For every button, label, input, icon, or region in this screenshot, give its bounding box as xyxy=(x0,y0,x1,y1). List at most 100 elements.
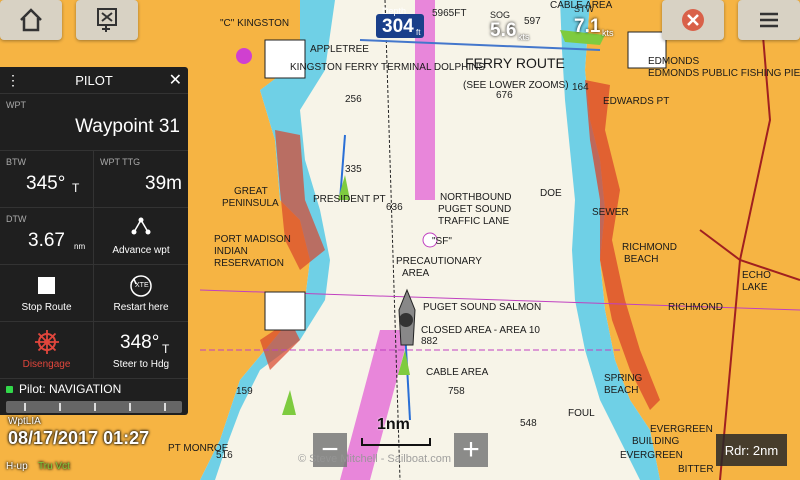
waypoint-row[interactable]: WPT Waypoint 31 xyxy=(0,94,188,151)
dtw-unit: nm xyxy=(74,242,86,251)
label-lower-zooms: (SEE LOWER ZOOMS) xyxy=(463,80,569,91)
pilot-panel: ⋮ PILOT ✕ WPT Waypoint 31 BTW 345° T WPT… xyxy=(0,67,188,415)
label-closed-area: CLOSED AREA - AREA 10 xyxy=(421,325,540,336)
label-richmond-beach: RICHMOND xyxy=(622,242,677,253)
sog-unit: kts xyxy=(518,32,530,42)
restart-icon-text: XTE xyxy=(135,282,149,289)
label-precautionary: PRECAUTIONARY xyxy=(396,256,482,267)
dtw-value: 3.67 xyxy=(28,230,65,251)
advance-waypoint-icon xyxy=(131,217,151,235)
label-evergreen-2: BUILDING xyxy=(632,436,680,447)
label-richmond-beach-2: BEACH xyxy=(624,254,659,265)
label-northbound-3: TRAFFIC LANE xyxy=(438,216,510,227)
stw-value: 7.1 xyxy=(574,16,601,37)
stop-icon xyxy=(38,277,55,294)
status-text: Pilot: NAVIGATION xyxy=(19,382,122,396)
label-edmonds-pier: EDMONDS PUBLIC FISHING PIER xyxy=(648,68,800,79)
steer-to-hdg-button[interactable]: 348° T Steer to Hdg xyxy=(94,322,188,379)
scale-bar: 1nm xyxy=(355,416,433,450)
sog-label: SOG xyxy=(490,10,511,20)
status-indicator xyxy=(6,385,13,393)
radar-range-button[interactable]: Rdr: 2nm xyxy=(716,434,787,466)
label-richmond: RICHMOND xyxy=(668,302,723,313)
restart-label: Restart here xyxy=(113,302,169,313)
label-sf: "SF" xyxy=(432,236,452,247)
pilot-title: PILOT xyxy=(75,72,113,88)
home-icon xyxy=(20,8,42,32)
depth-unit: ft xyxy=(416,28,421,37)
stop-route-button[interactable]: Stop Route xyxy=(0,265,94,322)
btw-suffix: T xyxy=(72,181,80,195)
alarm-button[interactable] xyxy=(662,0,724,40)
depth-sounding: 5965FT xyxy=(432,8,467,19)
vector-mode[interactable]: Tru Vct xyxy=(38,461,70,472)
datetime-readout: 08/17/2017 01:27 xyxy=(8,428,150,448)
more-options-icon[interactable]: ⋮ xyxy=(6,72,20,89)
label-kingston: "C" KINGSTON xyxy=(220,18,290,29)
wpt-label: WPT xyxy=(6,100,26,110)
label-precautionary-2: AREA xyxy=(402,268,430,279)
depth-sounding: 636 xyxy=(386,202,403,213)
orientation-mode[interactable]: H-up xyxy=(6,461,28,472)
label-edwards-pt: EDWARDS PT xyxy=(603,96,670,107)
dtw-cell: DTW 3.67 nm xyxy=(0,208,94,265)
depth-label: Depth xyxy=(382,6,407,16)
depth-sounding: 164 xyxy=(572,82,589,93)
helm-wheel-icon xyxy=(35,330,59,354)
stw-unit: kts xyxy=(602,28,614,38)
zoom-in-icon: + xyxy=(462,433,480,466)
label-spring-beach-2: BEACH xyxy=(604,385,639,396)
depth-sounding: 676 xyxy=(496,90,513,101)
label-port-madison-3: RESERVATION xyxy=(214,258,285,269)
label-edmonds: EDMONDS xyxy=(648,56,700,67)
watermark: © Steve Mitchell - Sailboat.com xyxy=(298,453,451,465)
label-echo-lake-2: LAKE xyxy=(742,282,768,293)
label-cable-area: CABLE AREA xyxy=(426,367,489,378)
restart-button[interactable]: XTE Restart here xyxy=(94,265,188,322)
steer-value: 348° xyxy=(120,332,160,353)
advance-label: Advance wpt xyxy=(112,245,170,256)
wpt-name: Waypoint 31 xyxy=(75,116,180,137)
ttg-value: 39m xyxy=(145,173,182,194)
sog-value: 5.6 xyxy=(490,20,517,41)
hamburger-menu-icon xyxy=(760,12,778,28)
depth-sounding: 882 xyxy=(421,336,438,347)
home-button[interactable] xyxy=(0,0,62,40)
stw-label: STW xyxy=(574,4,594,14)
sog-databox[interactable]: SOG 5.6 kts xyxy=(488,10,548,42)
depth-sounding: 516 xyxy=(216,450,233,461)
label-great-peninsula: GREAT xyxy=(234,186,268,197)
close-icon[interactable]: ✕ xyxy=(169,70,182,90)
advance-wpt-button[interactable]: Advance wpt xyxy=(94,208,188,265)
xte-scale xyxy=(6,401,182,413)
stw-databox[interactable]: STW 7.1 kts xyxy=(572,4,632,38)
alarm-icon xyxy=(682,9,704,31)
label-port-madison: PORT MADISON xyxy=(214,234,291,245)
label-puget-salmon: PUGET SOUND SALMON xyxy=(423,302,542,313)
btw-label: BTW xyxy=(6,157,26,167)
ttg-cell: WPT TTG 39m xyxy=(94,151,188,208)
depth-sounding: 758 xyxy=(448,386,465,397)
label-great-peninsula-2: PENINSULA xyxy=(222,198,279,209)
zoom-in-button[interactable]: + xyxy=(454,433,488,467)
btw-cell: BTW 345° T xyxy=(0,151,94,208)
label-echo-lake: ECHO xyxy=(742,270,771,281)
menu-button[interactable] xyxy=(738,0,800,40)
label-northbound: NORTHBOUND xyxy=(440,192,512,203)
btw-value: 345° xyxy=(26,173,66,194)
depth-sounding: 335 xyxy=(345,164,362,175)
waypoint-button[interactable] xyxy=(76,0,138,40)
dtw-label: DTW xyxy=(6,214,27,224)
label-ferry-route: FERRY ROUTE xyxy=(465,55,565,71)
pilot-header: ⋮ PILOT ✕ xyxy=(0,67,188,94)
label-president-pt: PRESIDENT PT xyxy=(313,194,386,205)
scale-label: 1nm xyxy=(377,416,410,433)
disengage-button[interactable]: Disengage xyxy=(0,322,94,379)
depth-databox[interactable]: Depth 304 ft xyxy=(376,6,424,38)
label-northbound-2: PUGET SOUND xyxy=(438,204,512,215)
depth-value: 304 xyxy=(382,16,414,37)
waypoint-flag-icon xyxy=(97,8,117,32)
label-evergreen: EVERGREEN xyxy=(650,424,713,435)
label-spring-beach: SPRING xyxy=(604,373,643,384)
label-ferry-terminal: KINGSTON FERRY TERMINAL DOLPHINS xyxy=(290,62,486,73)
